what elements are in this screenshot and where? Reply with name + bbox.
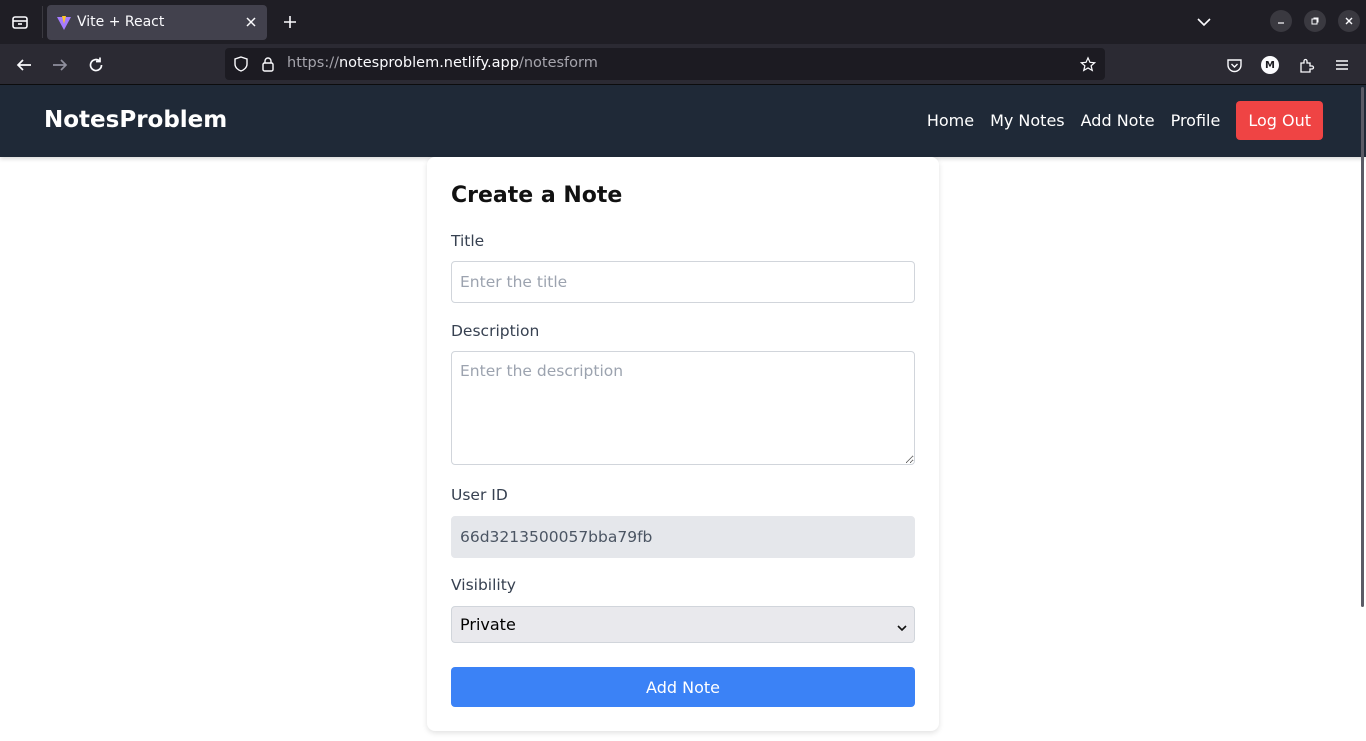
tab-list-icon[interactable]: [8, 10, 32, 34]
pocket-icon[interactable]: [1223, 54, 1245, 76]
bookmark-star-icon[interactable]: [1080, 55, 1096, 72]
window-close-icon[interactable]: [1338, 10, 1360, 32]
forward-arrow-icon[interactable]: [49, 54, 71, 76]
visibility-select[interactable]: Private: [451, 606, 915, 643]
page-viewport: NotesProblem Home My Notes Add Note Prof…: [0, 85, 1366, 741]
url-path: /notesform: [518, 55, 598, 71]
page-scrollbar[interactable]: [1361, 87, 1364, 607]
description-label: Description: [451, 322, 540, 340]
nav-links: Home My Notes Add Note Profile Log Out: [911, 101, 1323, 140]
brand-logo-text[interactable]: NotesProblem: [44, 107, 227, 133]
nav-link-my-notes[interactable]: My Notes: [990, 111, 1065, 130]
vite-favicon-icon: [56, 15, 72, 31]
browser-tab-bar: Vite + React: [0, 0, 1366, 44]
restore-icon[interactable]: [1304, 10, 1326, 32]
nav-link-profile[interactable]: Profile: [1171, 111, 1221, 130]
browser-tab-active[interactable]: Vite + React: [47, 5, 267, 40]
tab-separator: [42, 6, 43, 38]
chevron-down-icon[interactable]: [1194, 12, 1214, 32]
reload-icon[interactable]: [85, 54, 107, 76]
url-text[interactable]: https://notesproblem.netlify.app/notesfo…: [287, 55, 598, 71]
extensions-icon[interactable]: [1295, 54, 1317, 76]
lock-icon[interactable]: [260, 56, 276, 72]
nav-link-home[interactable]: Home: [927, 111, 974, 130]
create-note-card: Create a Note Title Description User ID …: [427, 157, 939, 731]
back-arrow-icon[interactable]: [13, 54, 35, 76]
address-bar[interactable]: https://notesproblem.netlify.app/notesfo…: [225, 48, 1105, 80]
userid-label: User ID: [451, 486, 508, 504]
description-textarea[interactable]: [451, 351, 915, 465]
visibility-label: Visibility: [451, 576, 516, 594]
app-navbar: NotesProblem Home My Notes Add Note Prof…: [0, 85, 1366, 157]
visibility-selected-value: Private: [460, 615, 516, 634]
title-label: Title: [451, 232, 485, 250]
logout-button[interactable]: Log Out: [1236, 101, 1323, 140]
browser-toolbar: https://notesproblem.netlify.app/notesfo…: [0, 44, 1366, 85]
account-avatar[interactable]: M: [1261, 56, 1279, 74]
close-icon[interactable]: [243, 14, 259, 30]
tab-title: Vite + React: [77, 14, 165, 30]
nav-link-add-note[interactable]: Add Note: [1081, 111, 1155, 130]
title-input[interactable]: [451, 261, 915, 303]
userid-input: [451, 516, 915, 558]
minimize-icon[interactable]: [1270, 10, 1292, 32]
url-host: notesproblem.netlify.app: [338, 55, 519, 71]
hamburger-menu-icon[interactable]: [1331, 54, 1353, 76]
add-note-button[interactable]: Add Note: [451, 667, 915, 707]
url-scheme: https://: [287, 55, 339, 71]
shield-icon[interactable]: [233, 56, 249, 72]
chevron-down-icon: [896, 619, 908, 632]
new-tab-icon[interactable]: [280, 12, 300, 32]
form-heading: Create a Note: [451, 183, 623, 208]
